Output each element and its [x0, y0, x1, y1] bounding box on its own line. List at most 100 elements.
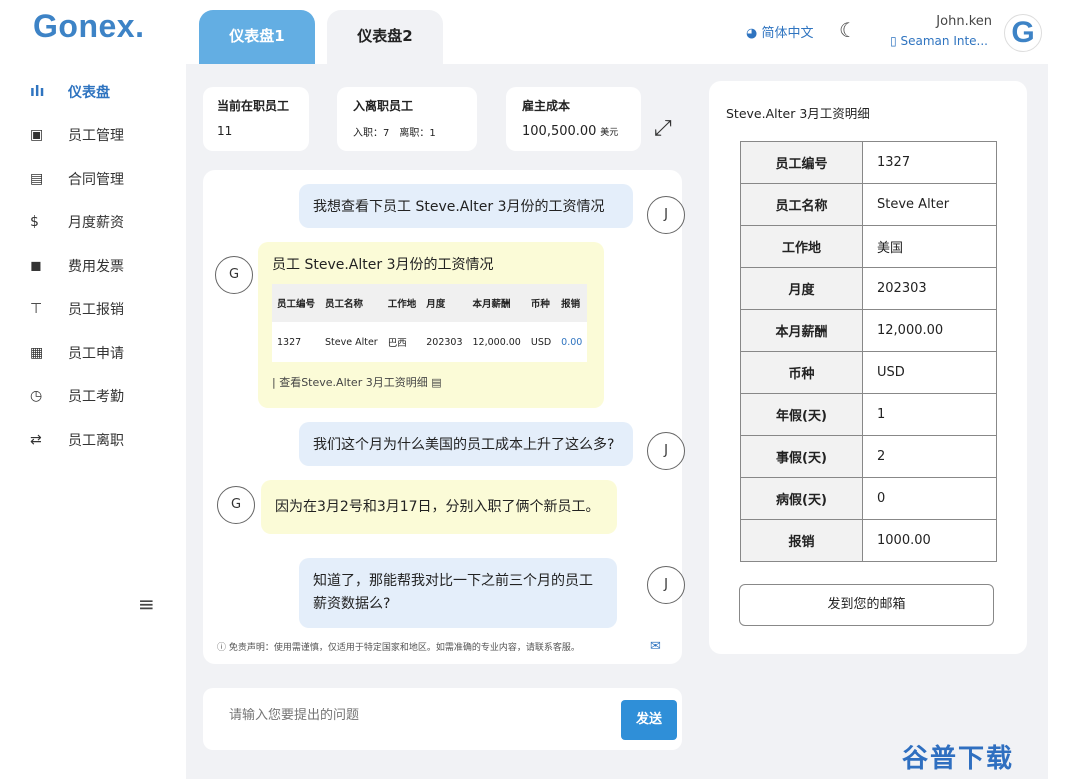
document-icon: ▤ [431, 376, 442, 389]
detail-row: 工作地 美国 [740, 225, 997, 268]
detail-row: 年假(天) 1 [740, 393, 997, 436]
stat-active-employees: 当前在职员工 11 [203, 87, 309, 151]
detail-row: 币种 USD [740, 351, 997, 394]
detail-row: 本月薪酬 12,000.00 [740, 309, 997, 352]
stat-title: 当前在职员工 [217, 99, 290, 113]
sidebar-item-label: 员工考勤 [68, 389, 124, 406]
send-to-email-button[interactable]: 发到您的邮箱 [739, 584, 994, 626]
question-input[interactable] [229, 708, 569, 723]
sidebar-item-0[interactable]: ılı 仪表盘 [30, 70, 124, 114]
detail-row: 事假(天) 2 [740, 435, 997, 478]
contact-card-icon: ▣ [30, 127, 44, 144]
stat-title: 入离职员工 [353, 99, 414, 113]
detail-value: 0 [862, 477, 997, 520]
bot-avatar: G [217, 486, 255, 524]
detail-key: 报销 [740, 519, 863, 562]
sidebar-item-6[interactable]: ▦ 员工申请 [30, 331, 124, 375]
mini-table-cell: 12,000.00 [467, 322, 526, 362]
user-name: John.ken [936, 14, 992, 29]
detail-value: 1000.00 [862, 519, 997, 562]
briefcase-icon: ◼ [30, 257, 42, 274]
bot-message: 因为在3月2号和3月17日，分别入职了俩个新员工。 [261, 480, 617, 534]
mini-table-cell: USD [525, 322, 557, 362]
sidebar-item-4[interactable]: ◼ 费用发票 [30, 244, 124, 288]
detail-value: 2 [862, 435, 997, 478]
salary-detail-table: 员工编号 1327 员工名称 Steve Alter 工作地 美国 月度 202303 本月薪酬… [740, 141, 997, 562]
detail-value: 1 [862, 393, 997, 436]
tab-dashboard-1[interactable]: 仪表盘1 [199, 10, 315, 64]
brand-logo: Gonex. [33, 8, 145, 44]
sidebar-item-2[interactable]: ▤ 合同管理 [30, 157, 124, 201]
detail-key: 病假(天) [740, 477, 863, 520]
sidebar-item-3[interactable]: $ 月度薪资 [30, 201, 124, 245]
pin-icon: ⊤ [30, 301, 43, 318]
sidebar-item-label: 仪表盘 [68, 84, 110, 101]
detail-key: 员工名称 [740, 183, 863, 226]
sidebar-item-label: 员工申请 [68, 345, 124, 362]
sidebar-item-8[interactable]: ⇄ 员工离职 [30, 418, 124, 462]
org-label: Seaman Inte... [900, 34, 989, 48]
bot-message: 员工 Steve.Alter 3月份的工资情况 员工编号 员工名称 工作地 月度 本月薪… [258, 242, 604, 408]
detail-row: 报销 1000.00 [740, 519, 997, 562]
globe-icon: ◕ [746, 26, 758, 41]
dark-mode-icon[interactable]: ☾ [839, 18, 857, 42]
sidebar-item-label: 员工报销 [68, 302, 124, 319]
sidebar-item-label: 合同管理 [68, 171, 124, 188]
detail-row: 月度 202303 [740, 267, 997, 310]
mini-table-header: 本月薪酬 [467, 284, 526, 322]
detail-row: 员工编号 1327 [740, 141, 997, 184]
salary-mini-table: 员工编号 员工名称 工作地 月度 本月薪酬 币种 报销 1327 Steve Alter 巴西 2… [272, 284, 588, 362]
stat-employer-cost: 雇主成本 100,500.00 美元 [506, 87, 641, 151]
document-icon: ▤ [30, 170, 44, 187]
detail-value: Steve Alter [862, 183, 997, 226]
building-icon: ▯ [890, 34, 897, 48]
bar-chart-icon: ılı [30, 83, 45, 100]
sidebar-item-5[interactable]: ⊤ 员工报销 [30, 288, 124, 332]
mini-table-cell: Steve Alter [320, 322, 383, 362]
sidebar-item-1[interactable]: ▣ 员工管理 [30, 114, 124, 158]
user-message: 知道了，那能帮我对比一下之前三个月的员工薪资数据么? [299, 558, 617, 628]
sidebar-item-label: 员工管理 [68, 128, 124, 145]
main-area: 仪表盘1 仪表盘2 ◕ 简体中文 ☾ John.ken ▯ Seaman Int… [186, 0, 1048, 779]
sidebar-item-label: 月度薪资 [68, 215, 124, 232]
detail-key: 年假(天) [740, 393, 863, 436]
watermark: 谷普下载 [902, 744, 1015, 774]
language-label: 简体中文 [761, 26, 814, 41]
language-selector[interactable]: ◕ 简体中文 [746, 22, 814, 41]
user-message: 我想查看下员工 Steve.Alter 3月份的工资情况 [299, 184, 633, 228]
question-input-box: 发送 [203, 688, 682, 750]
menu-icon[interactable]: ≡ [138, 592, 155, 616]
mini-table-cell: 0.00 [556, 322, 588, 362]
mini-table-header: 月度 [421, 284, 468, 322]
tab-dashboard-2[interactable]: 仪表盘2 [327, 10, 443, 64]
detail-row: 病假(天) 0 [740, 477, 997, 520]
detail-key: 本月薪酬 [740, 309, 863, 352]
expand-icon[interactable]: ⤢ [654, 116, 672, 141]
send-button[interactable]: 发送 [621, 700, 677, 740]
user-avatar: J [647, 566, 685, 604]
stat-title: 雇主成本 [522, 99, 571, 113]
detail-key: 工作地 [740, 225, 863, 268]
detail-key: 币种 [740, 351, 863, 394]
detail-value: USD [862, 351, 997, 394]
sidebar-item-7[interactable]: ◷ 员工考勤 [30, 375, 124, 419]
clock-icon: ◷ [30, 388, 43, 405]
user-message: 我们这个月为什么美国的员工成本上升了这么多? [299, 422, 633, 466]
mini-table-header: 币种 [525, 284, 557, 322]
stat-value: 100,500.00 [522, 124, 597, 139]
mail-icon[interactable]: ✉ [650, 639, 661, 654]
dollar-icon: $ [30, 214, 39, 231]
detail-key: 事假(天) [740, 435, 863, 478]
bot-message-title: 员工 Steve.Alter 3月份的工资情况 [272, 257, 494, 273]
detail-value: 12,000.00 [862, 309, 997, 352]
chat-panel: 我想查看下员工 Steve.Alter 3月份的工资情况 J G 员工 Stev… [203, 170, 685, 664]
detail-value: 1327 [862, 141, 997, 184]
sidebar-item-label: 员工离职 [68, 432, 124, 449]
stat-hire-leave: 入离职员工 入职：7 离职：1 [337, 87, 477, 151]
user-org[interactable]: ▯ Seaman Inte... [890, 34, 988, 48]
view-detail-link[interactable]: | 查看Steve.Alter 3月工资明细 ▤ [272, 374, 590, 390]
sidebar-nav: ılı 仪表盘 ▣ 员工管理 ▤ 合同管理 $ 月度薪资 ◼ 费用发票 ⊤ 员工报销 ▦ 员工申请 ◷ 员工考… [30, 70, 124, 462]
stat-unit: 美元 [600, 128, 619, 138]
detail-value: 美国 [862, 225, 997, 268]
avatar[interactable]: G [1004, 14, 1042, 52]
